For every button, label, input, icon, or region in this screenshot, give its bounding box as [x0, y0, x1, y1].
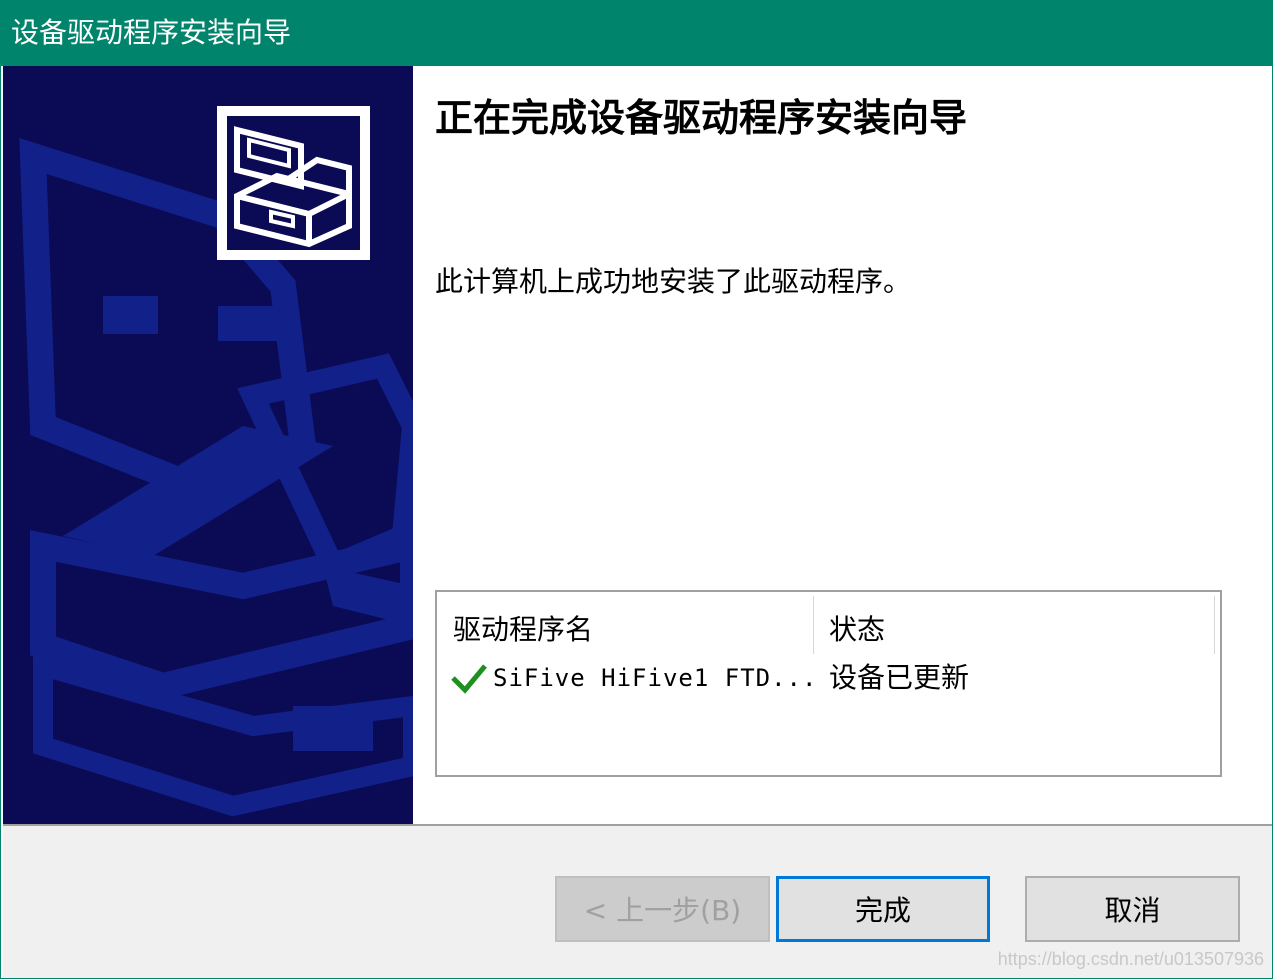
list-item[interactable]: SiFive HiFive1 FTD... 设备已更新 — [437, 654, 1220, 702]
driver-list[interactable]: 驱动程序名 状态 SiFive HiFive1 FTD... 设备已更新 — [435, 590, 1222, 777]
column-separator[interactable] — [813, 596, 814, 654]
column-header-driver-name[interactable]: 驱动程序名 — [453, 608, 593, 648]
wizard-heading: 正在完成设备驱动程序安装向导 — [435, 96, 968, 140]
success-message: 此计算机上成功地安装了此驱动程序。 — [435, 265, 912, 298]
column-separator[interactable] — [1214, 596, 1215, 654]
list-header: 驱动程序名 状态 — [437, 592, 1220, 654]
hardware-icon — [234, 126, 352, 248]
finish-button[interactable]: 完成 — [776, 876, 990, 942]
cancel-button[interactable]: 取消 — [1025, 876, 1240, 942]
watermark-text: https://blog.csdn.net/u013507936 — [997, 949, 1264, 969]
wizard-window: 设备驱动程序安装向导 正在完成设备驱动程序安装向导 此计算机上成功地安装了此驱动… — [0, 0, 1273, 979]
column-header-status[interactable]: 状态 — [829, 608, 885, 648]
green-checkmark-icon — [451, 664, 487, 698]
driver-status: 设备已更新 — [829, 661, 970, 694]
window-title: 设备驱动程序安装向导 — [11, 16, 292, 49]
device-icon — [217, 106, 370, 260]
driver-name: SiFive HiFive1 FTD... — [493, 664, 818, 692]
content-panel: 正在完成设备驱动程序安装向导 此计算机上成功地安装了此驱动程序。 驱动程序名 状… — [413, 66, 1272, 824]
back-button[interactable]: < 上一步(B) — [555, 876, 770, 942]
title-bar[interactable]: 设备驱动程序安装向导 — [1, 1, 1272, 66]
